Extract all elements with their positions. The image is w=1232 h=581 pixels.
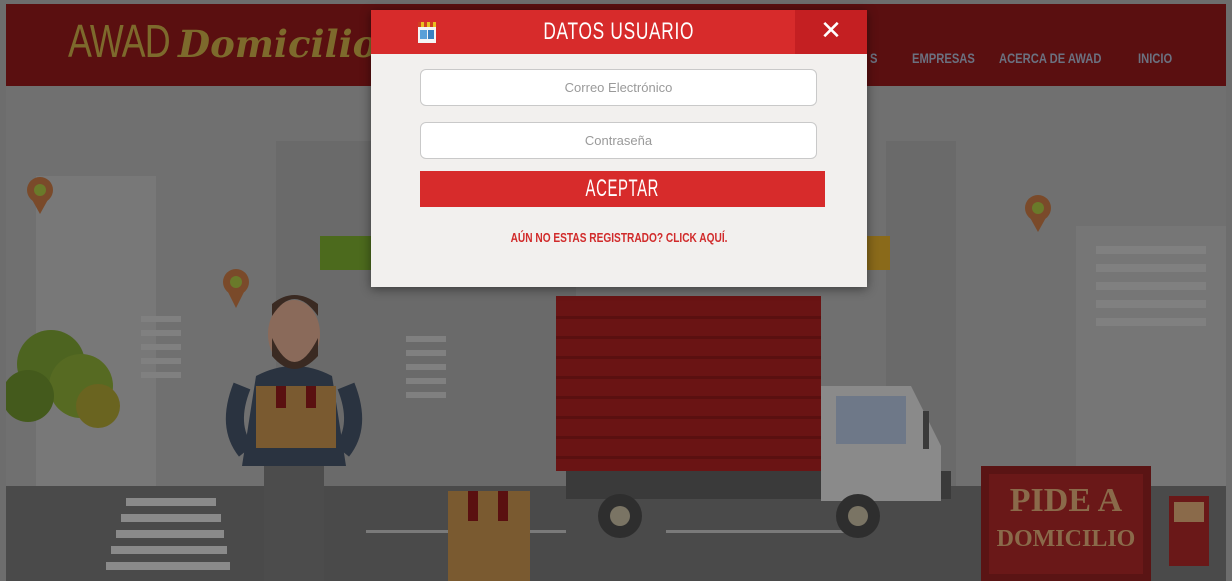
modal-title: DATOS USUARIO: [371, 10, 867, 54]
modal-header: DATOS USUARIO ✕: [371, 10, 867, 54]
nav-item-partial[interactable]: S: [870, 50, 877, 66]
close-button[interactable]: ✕: [795, 10, 867, 54]
nav-item-acerca[interactable]: ACERCA DE AWAD: [999, 50, 1101, 66]
nav-item-empresas[interactable]: EMPRESAS: [912, 50, 975, 66]
register-link-text: AÚN NO ESTAS REGISTRADO? CLICK AQUÍ.: [510, 230, 728, 245]
nav-item-inicio[interactable]: INICIO: [1138, 50, 1172, 66]
close-icon: ✕: [820, 16, 842, 46]
login-modal: DATOS USUARIO ✕ ACEPTAR AÚN NO ESTAS REG…: [371, 10, 867, 287]
email-field[interactable]: [420, 69, 817, 106]
modal-title-text: DATOS USUARIO: [543, 18, 695, 45]
page: AWAD Domicilios S EMPRESAS ACERCA DE AWA…: [0, 0, 1232, 581]
accept-button[interactable]: ACEPTAR: [420, 171, 825, 207]
accept-button-label: ACEPTAR: [585, 175, 660, 202]
banner-line2: DOMICILIO: [997, 526, 1136, 552]
password-field[interactable]: [420, 122, 817, 159]
register-link[interactable]: AÚN NO ESTAS REGISTRADO? CLICK AQUÍ.: [371, 230, 867, 245]
banner-line1: PIDE A: [1010, 482, 1123, 519]
